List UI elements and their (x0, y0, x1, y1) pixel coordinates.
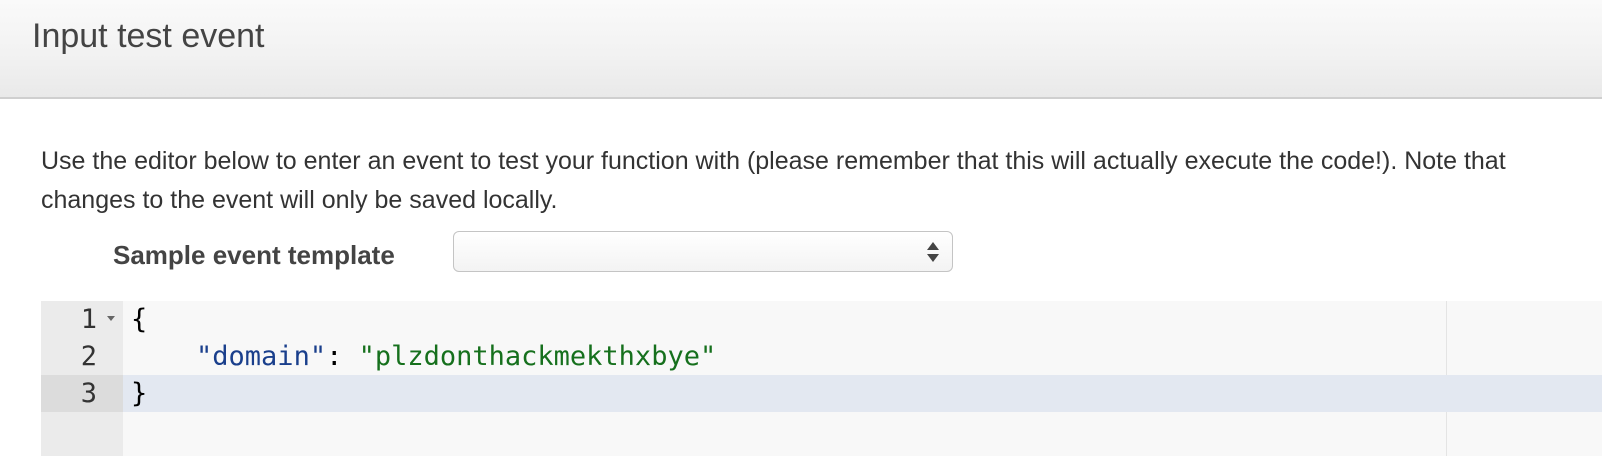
open-brace: { (131, 304, 148, 335)
code-text: { (131, 301, 147, 338)
instructions-text: Use the editor below to enter an event t… (41, 147, 1506, 214)
select-arrows-icon (927, 242, 939, 262)
panel-header: Input test event (0, 0, 1602, 99)
json-string-value: "plzdonthackmekthxbye" (358, 341, 717, 372)
json-colon: : (326, 341, 359, 372)
fold-toggle-icon[interactable] (107, 316, 115, 321)
code-text: } (131, 375, 147, 412)
editor-line[interactable]: 1 { (41, 301, 1602, 338)
close-brace: } (131, 378, 148, 409)
json-key: "domain" (196, 341, 327, 372)
line-number: 3 (80, 378, 97, 409)
sample-event-template-label: Sample event template (113, 240, 395, 270)
editor-line-active[interactable]: 3 } (41, 375, 1602, 412)
line-number: 1 (80, 304, 97, 335)
line-number: 2 (80, 341, 97, 372)
sample-event-template-select[interactable] (453, 231, 953, 272)
code-text: "domain": "plzdonthackmekthxbye" (131, 338, 716, 375)
panel-title: Input test event (32, 17, 265, 55)
code-editor[interactable]: 1 { 2 "domain": "plzdonthackmekthxbye" 3… (41, 301, 1602, 456)
editor-line[interactable]: 2 "domain": "plzdonthackmekthxbye" (41, 338, 1602, 375)
